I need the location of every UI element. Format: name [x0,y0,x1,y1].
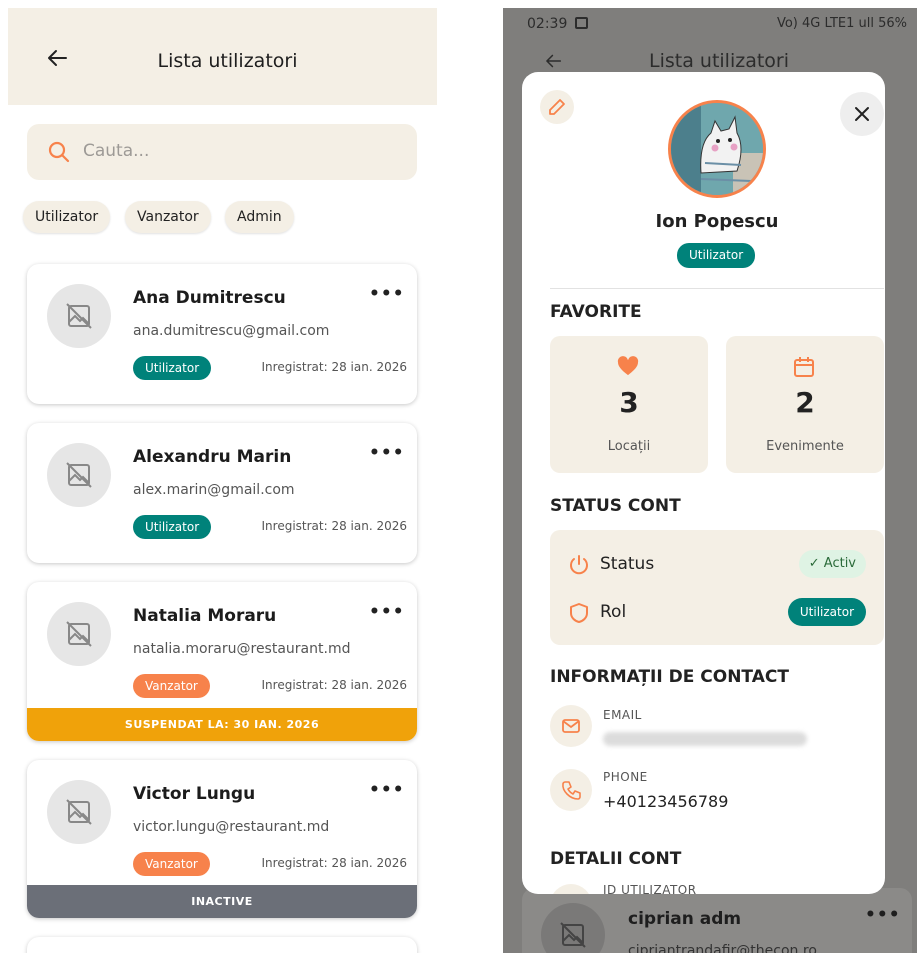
gallery-notification-icon [575,17,588,29]
user-id-label: ID UTILIZATOR [603,883,697,894]
user-card[interactable] [27,937,417,953]
more-options-icon[interactable]: ••• [369,780,405,800]
page-title: Lista utilizatori [157,50,298,72]
divider [550,288,884,289]
arrow-left-icon[interactable] [543,50,565,72]
user-detail-modal: Ion Popescu Utilizator FAVORITE 3 Locați… [522,72,885,894]
user-card[interactable]: Alexandru Marin ••• alex.marin@gmail.com… [27,423,417,563]
status-badge: ✓ Activ [798,550,866,578]
status-value: Activ [823,556,856,571]
more-options-icon[interactable]: ••• [369,443,405,463]
no-image-icon [560,922,586,948]
email-value-blurred [603,732,807,746]
filter-chip-admin[interactable]: Admin [225,201,294,233]
user-email: alex.marin@gmail.com [133,482,295,498]
role-badge: Utilizator [787,598,866,626]
filter-chip-vanzator[interactable]: Vanzator [125,201,211,233]
status-bar: 02:39 Vo) 4G LTE1 ull 56% [503,8,917,38]
more-options-icon[interactable]: ••• [369,602,405,622]
heart-icon [617,356,639,376]
profile-avatar [668,100,766,198]
registered-date: Inregistrat: 28 ian. 2026 [261,360,408,374]
favorite-locations-card[interactable]: 3 Locații [550,336,708,473]
role-badge: Utilizator [677,243,756,268]
favorite-events-card[interactable]: 2 Evenimente [726,336,884,473]
phone-value: +40123456789 [603,792,729,811]
user-list-screen: Lista utilizatori Cauta... Utilizator Va… [8,8,437,953]
user-name: Alexandru Marin [133,447,292,467]
suspended-banner: SUSPENDAT LA: 30 IAN. 2026 [27,708,417,741]
user-email: natalia.moraru@restaurant.md [133,641,351,657]
user-email: cipriantrandafir@thecon.ro [628,943,817,953]
no-image-icon [66,462,92,488]
avatar-placeholder [47,780,111,844]
cat-illustration-icon [671,103,763,195]
filter-chip-utilizator[interactable]: Utilizator [23,201,111,233]
avatar-placeholder [47,443,111,507]
avatar-placeholder [47,602,111,666]
phone-icon-wrap [550,769,592,811]
role-badge: Vanzator [133,674,210,698]
role-label: Rol [600,602,627,622]
user-card[interactable]: Natalia Moraru ••• natalia.moraru@restau… [27,582,417,741]
user-email: victor.lungu@restaurant.md [133,819,330,835]
mail-icon [562,719,580,733]
calendar-icon [794,357,814,377]
search-icon [48,141,70,163]
user-card[interactable]: Ana Dumitrescu ••• ana.dumitrescu@gmail.… [27,264,417,404]
events-count: 2 [795,386,815,419]
registered-date: Inregistrat: 28 ian. 2026 [261,856,408,870]
events-label: Evenimente [766,439,844,454]
pencil-icon [549,99,565,115]
user-name: Victor Lungu [133,784,256,804]
status-time: 02:39 [527,16,568,32]
registered-date: Inregistrat: 28 ian. 2026 [261,519,408,533]
favorites-heading: FAVORITE [550,302,642,322]
no-image-icon [66,303,92,329]
locations-label: Locații [607,439,651,454]
contact-info-heading: INFORMAȚII DE CONTACT [550,667,789,687]
id-icon-wrap [550,884,592,894]
phone-label: PHONE [603,770,648,784]
no-image-icon [66,621,92,647]
app-bar: Lista utilizatori [8,8,437,105]
phone-icon [562,781,581,800]
locations-count: 3 [619,386,639,419]
status-label: Status [600,554,655,574]
account-status-heading: STATUS CONT [550,496,681,516]
check-icon: ✓ [808,556,820,571]
page-title: Lista utilizatori [649,50,790,72]
user-name: ciprian adm [628,909,742,929]
email-label: EMAIL [603,708,642,722]
shield-icon [570,603,588,623]
power-icon [570,555,588,575]
close-button[interactable] [840,92,884,136]
edit-button[interactable] [540,90,574,124]
role-badge: Utilizator [133,356,212,380]
search-field[interactable]: Cauta... [27,124,417,180]
no-image-icon [66,799,92,825]
email-icon-wrap [550,705,592,747]
account-details-heading: DETALII CONT [550,849,682,869]
user-card[interactable]: Victor Lungu ••• victor.lungu@restaurant… [27,760,417,918]
user-name: Ana Dumitrescu [133,288,286,308]
close-icon [855,107,869,121]
status-icons: Vo) 4G LTE1 ull 56% [776,16,907,31]
role-badge: Vanzator [133,852,210,876]
profile-name: Ion Popescu [655,211,779,232]
avatar-placeholder [47,284,111,348]
more-options-icon[interactable]: ••• [369,284,405,304]
user-email: ana.dumitrescu@gmail.com [133,323,330,339]
search-placeholder: Cauta... [83,141,150,161]
role-badge: Utilizator [133,515,212,539]
registered-date: Inregistrat: 28 ian. 2026 [261,678,408,692]
account-status-box: Status ✓ Activ Rol Utilizator [550,530,884,645]
user-detail-screen: 02:39 Vo) 4G LTE1 ull 56% Lista utilizat… [503,8,917,953]
inactive-banner: INACTIVE [27,885,417,918]
more-options-icon: ••• [865,905,901,925]
user-name: Natalia Moraru [133,606,277,626]
